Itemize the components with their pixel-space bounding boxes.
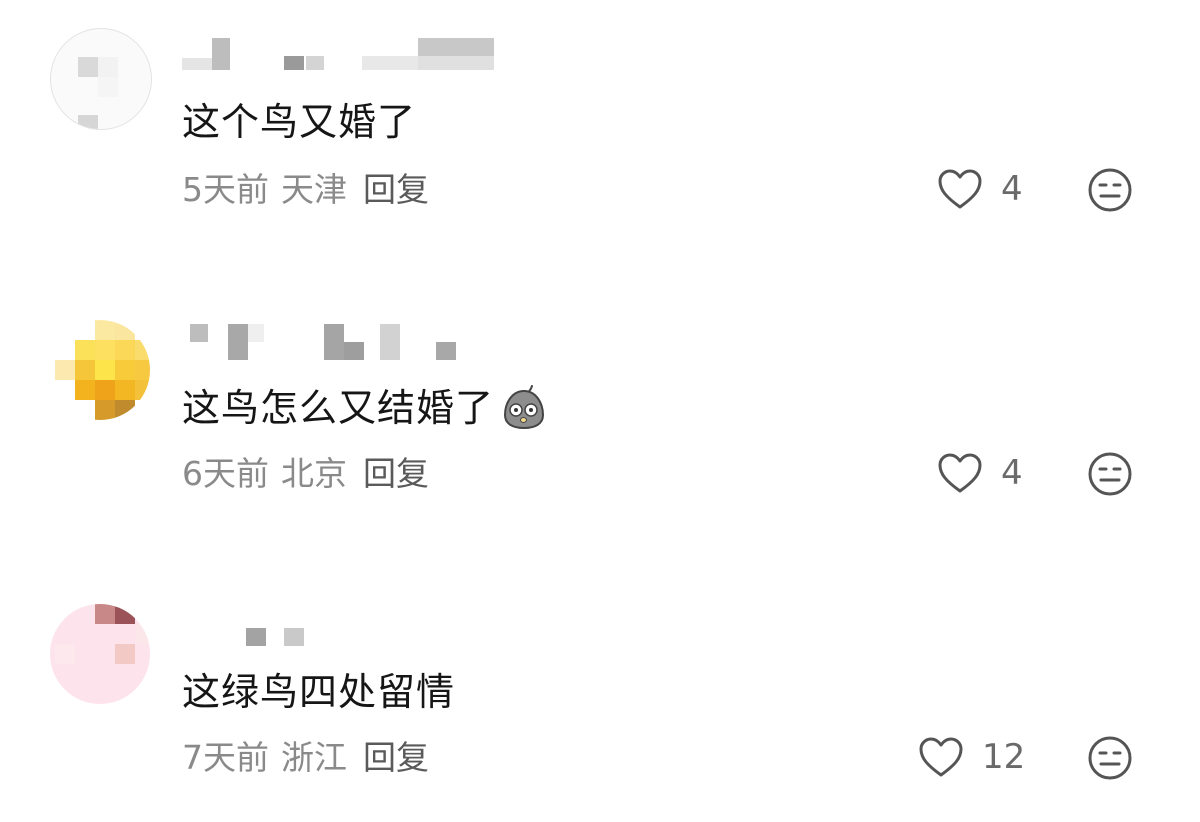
comment-text: 这鸟怎么又结婚了 [182,384,548,435]
comment-text-content: 这鸟怎么又结婚了 [182,386,495,430]
reply-button[interactable]: 回复 [363,454,429,493]
neutral-face-icon[interactable] [1087,167,1133,213]
comment-time: 6天前 [182,454,269,493]
avatar[interactable] [50,28,152,130]
avatar[interactable] [50,604,150,704]
heart-outline-icon [938,453,982,493]
comment-location: 天津 [281,170,347,209]
comment-location: 浙江 [281,738,347,777]
surprised-bird-emoji [504,384,545,429]
comment-text: 这个鸟又婚了 [182,100,417,144]
neutral-face-icon[interactable] [1087,451,1133,497]
like-button[interactable]: 4 [937,448,1023,498]
username-censored[interactable] [182,626,312,656]
username-censored[interactable] [182,322,472,360]
comment-meta: 6天前 北京 回复 [182,454,441,494]
heart-outline-icon [919,737,963,777]
comment-item: 这个鸟又婚了 5天前 天津 回复 4 [0,0,1200,230]
heart-outline-icon [938,169,982,209]
like-button[interactable]: 12 [918,732,1025,782]
neutral-face-icon[interactable] [1087,735,1133,781]
comment-list: 这个鸟又婚了 5天前 天津 回复 4 这鸟怎么又结婚了 6天前 北京 回复 4 … [0,0,1200,822]
comment-item: 这鸟怎么又结婚了 6天前 北京 回复 4 [0,284,1200,514]
like-count: 12 [982,737,1026,777]
reply-button[interactable]: 回复 [363,738,429,777]
reply-button[interactable]: 回复 [363,170,429,209]
like-count: 4 [1001,169,1023,209]
comment-location: 北京 [281,454,347,493]
comment-meta: 5天前 天津 回复 [182,170,441,210]
like-button[interactable]: 4 [937,164,1023,214]
username-censored[interactable] [182,38,502,70]
comment-text: 这绿鸟四处留情 [182,670,456,714]
like-count: 4 [1001,453,1023,493]
comment-meta: 7天前 浙江 回复 [182,738,441,778]
comment-item: 这绿鸟四处留情 7天前 浙江 回复 12 [0,568,1200,798]
comment-time: 5天前 [182,170,269,209]
avatar[interactable] [50,320,150,420]
comment-time: 7天前 [182,738,269,777]
